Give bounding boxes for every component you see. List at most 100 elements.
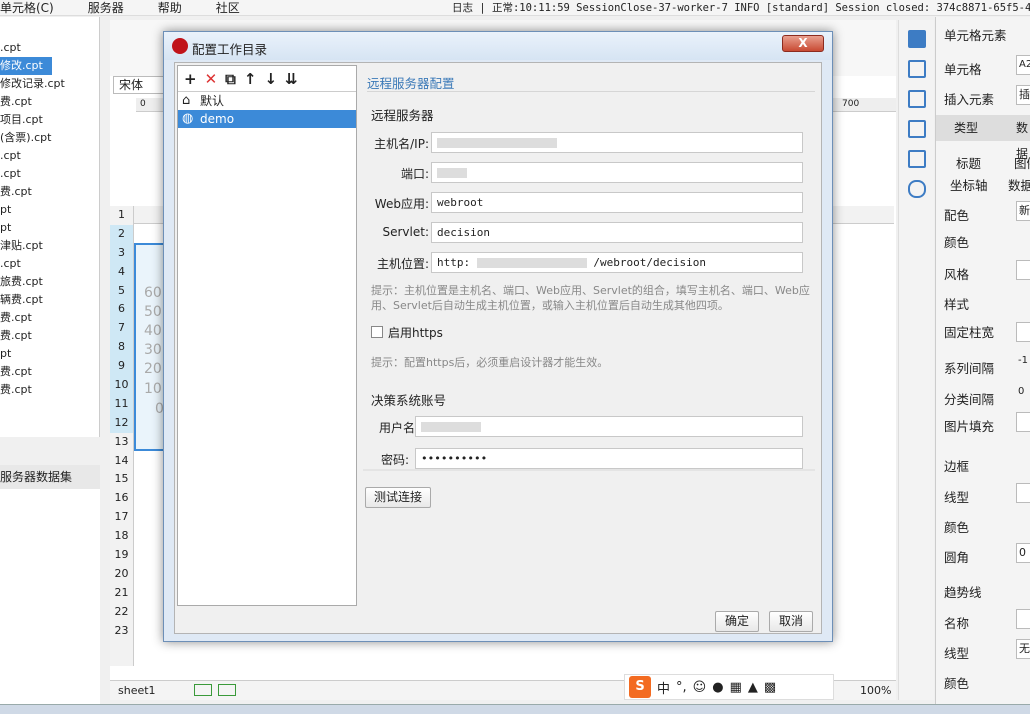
row-number[interactable]: 19 xyxy=(110,546,133,565)
fixed-width-input[interactable] xyxy=(1016,322,1030,342)
file-item[interactable]: .cpt xyxy=(0,165,99,183)
row-number[interactable]: 23 xyxy=(110,622,133,641)
file-item[interactable]: 费.cpt xyxy=(0,309,99,327)
style-select[interactable] xyxy=(1016,260,1030,280)
subtab-data[interactable]: 数据 xyxy=(1008,175,1030,194)
row-number[interactable]: 15 xyxy=(110,470,133,489)
cell-element-icon[interactable] xyxy=(907,30,926,48)
row-number[interactable]: 18 xyxy=(110,527,133,546)
file-item[interactable]: 费.cpt xyxy=(0,93,99,111)
row-number[interactable]: 7 xyxy=(110,319,133,339)
tree-item-default[interactable]: ⌂ 默认 xyxy=(178,92,356,110)
file-item[interactable]: pt xyxy=(0,345,99,363)
file-item[interactable]: 费.cpt xyxy=(0,183,99,201)
log-status[interactable]: 日志 | 正常:10:11:59 SessionClose-37-worker-… xyxy=(452,0,1030,16)
subtab-axis[interactable]: 坐标轴 xyxy=(950,175,988,194)
trend-line-select[interactable]: 无 xyxy=(1016,639,1030,659)
mic-icon[interactable]: ● xyxy=(712,680,723,695)
radius-input[interactable]: 0 xyxy=(1016,543,1030,563)
skin-icon[interactable]: ▲ xyxy=(748,680,758,695)
copy-icon[interactable]: ⧉ xyxy=(225,70,236,88)
file-item[interactable]: 修改记录.cpt xyxy=(0,75,99,93)
link-icon[interactable] xyxy=(907,180,926,198)
sheet-tab[interactable]: sheet1 xyxy=(118,684,156,697)
insert-select[interactable]: 插 xyxy=(1016,85,1030,105)
file-item[interactable]: 津贴.cpt xyxy=(0,237,99,255)
port-input[interactable] xyxy=(431,162,803,183)
add-icon[interactable]: + xyxy=(184,70,197,88)
category-gap-value[interactable]: 0 xyxy=(1018,386,1024,397)
tab-type[interactable]: 类型 xyxy=(954,115,978,141)
file-item[interactable]: .cpt xyxy=(0,39,99,57)
tree-item-demo[interactable]: ◍ demo xyxy=(178,110,356,128)
ok-button[interactable]: 确定 xyxy=(715,611,759,632)
row-number[interactable]: 4 xyxy=(110,262,133,282)
ime-punct[interactable]: °, xyxy=(676,680,687,695)
menu-cell[interactable]: 单元格(C) xyxy=(0,0,54,16)
image-fill-input[interactable] xyxy=(1016,412,1030,432)
dialog-titlebar[interactable]: 配置工作目录 X xyxy=(164,32,832,60)
file-item[interactable]: 修改.cpt xyxy=(0,57,52,75)
file-item[interactable]: .cpt xyxy=(0,147,99,165)
line-type-select[interactable] xyxy=(1016,483,1030,503)
move-up-icon[interactable]: ↑ xyxy=(244,70,257,88)
zoom-level[interactable]: 100% xyxy=(860,684,891,697)
password-input[interactable]: •••••••••• xyxy=(415,448,803,469)
file-item[interactable]: 费.cpt xyxy=(0,327,99,345)
move-down-icon[interactable]: ↓ xyxy=(264,70,277,88)
widget-icon[interactable] xyxy=(907,90,926,108)
row-number[interactable]: 2 xyxy=(110,224,133,244)
webapp-input[interactable]: webroot xyxy=(431,192,803,213)
name-input[interactable] xyxy=(1016,609,1030,629)
file-item[interactable]: 辆费.cpt xyxy=(0,291,99,309)
row-number[interactable]: 11 xyxy=(110,394,133,414)
series-gap-value[interactable]: -1 xyxy=(1018,355,1028,366)
servlet-input[interactable]: decision xyxy=(431,222,803,243)
row-number[interactable]: 8 xyxy=(110,338,133,358)
file-item[interactable]: 费.cpt xyxy=(0,363,99,381)
sogou-icon[interactable]: S xyxy=(629,676,651,698)
row-number[interactable]: 6 xyxy=(110,300,133,320)
row-number[interactable]: 3 xyxy=(110,243,133,263)
menu-help[interactable]: 帮助 xyxy=(158,0,182,16)
row-number[interactable]: 9 xyxy=(110,357,133,377)
https-checkbox[interactable] xyxy=(371,326,383,338)
row-number[interactable]: 13 xyxy=(110,433,133,452)
row-number[interactable]: 14 xyxy=(110,452,133,471)
row-number[interactable]: 17 xyxy=(110,508,133,527)
host-input[interactable] xyxy=(431,132,803,153)
emoji-icon[interactable]: ☺ xyxy=(693,680,707,695)
test-connection-button[interactable]: 测试连接 xyxy=(365,487,431,508)
grid-icon[interactable]: ▩ xyxy=(764,680,776,695)
close-button[interactable]: X xyxy=(782,35,824,52)
style-icon[interactable] xyxy=(907,150,926,168)
subtab-title[interactable]: 标题 xyxy=(956,153,981,172)
file-item[interactable]: 费.cpt xyxy=(0,381,99,399)
add-sheet-icon[interactable] xyxy=(194,684,212,696)
https-label[interactable]: 启用https xyxy=(388,324,443,341)
cancel-button[interactable]: 取消 xyxy=(769,611,813,632)
menu-server[interactable]: 服务器 xyxy=(88,0,124,16)
dropdown-icon[interactable] xyxy=(907,120,926,138)
file-item[interactable]: pt xyxy=(0,201,99,219)
row-number[interactable]: 21 xyxy=(110,584,133,603)
keyboard-icon[interactable]: ▦ xyxy=(730,680,742,695)
row-number[interactable]: 16 xyxy=(110,489,133,508)
location-input[interactable]: http: /webroot/decision xyxy=(431,252,803,273)
file-item[interactable]: 旅费.cpt xyxy=(0,273,99,291)
file-item[interactable]: 项目.cpt xyxy=(0,111,99,129)
delete-icon[interactable]: ✕ xyxy=(205,70,218,88)
row-number[interactable]: 10 xyxy=(110,376,133,395)
subtab-legend[interactable]: 图例 xyxy=(1014,153,1030,172)
file-item[interactable]: pt xyxy=(0,219,99,237)
file-item[interactable]: .cpt xyxy=(0,255,99,273)
username-input[interactable] xyxy=(415,416,803,437)
row-number[interactable]: 12 xyxy=(110,413,133,433)
add-report-icon[interactable] xyxy=(218,684,236,696)
row-number[interactable]: 22 xyxy=(110,603,133,622)
row-number[interactable]: 5 xyxy=(110,281,133,301)
server-dataset-header[interactable]: 服务器数据集 xyxy=(0,465,100,489)
cell-input[interactable]: A2 xyxy=(1016,55,1030,75)
row-number[interactable]: 1 xyxy=(110,206,133,225)
file-item[interactable]: (含票).cpt xyxy=(0,129,99,147)
